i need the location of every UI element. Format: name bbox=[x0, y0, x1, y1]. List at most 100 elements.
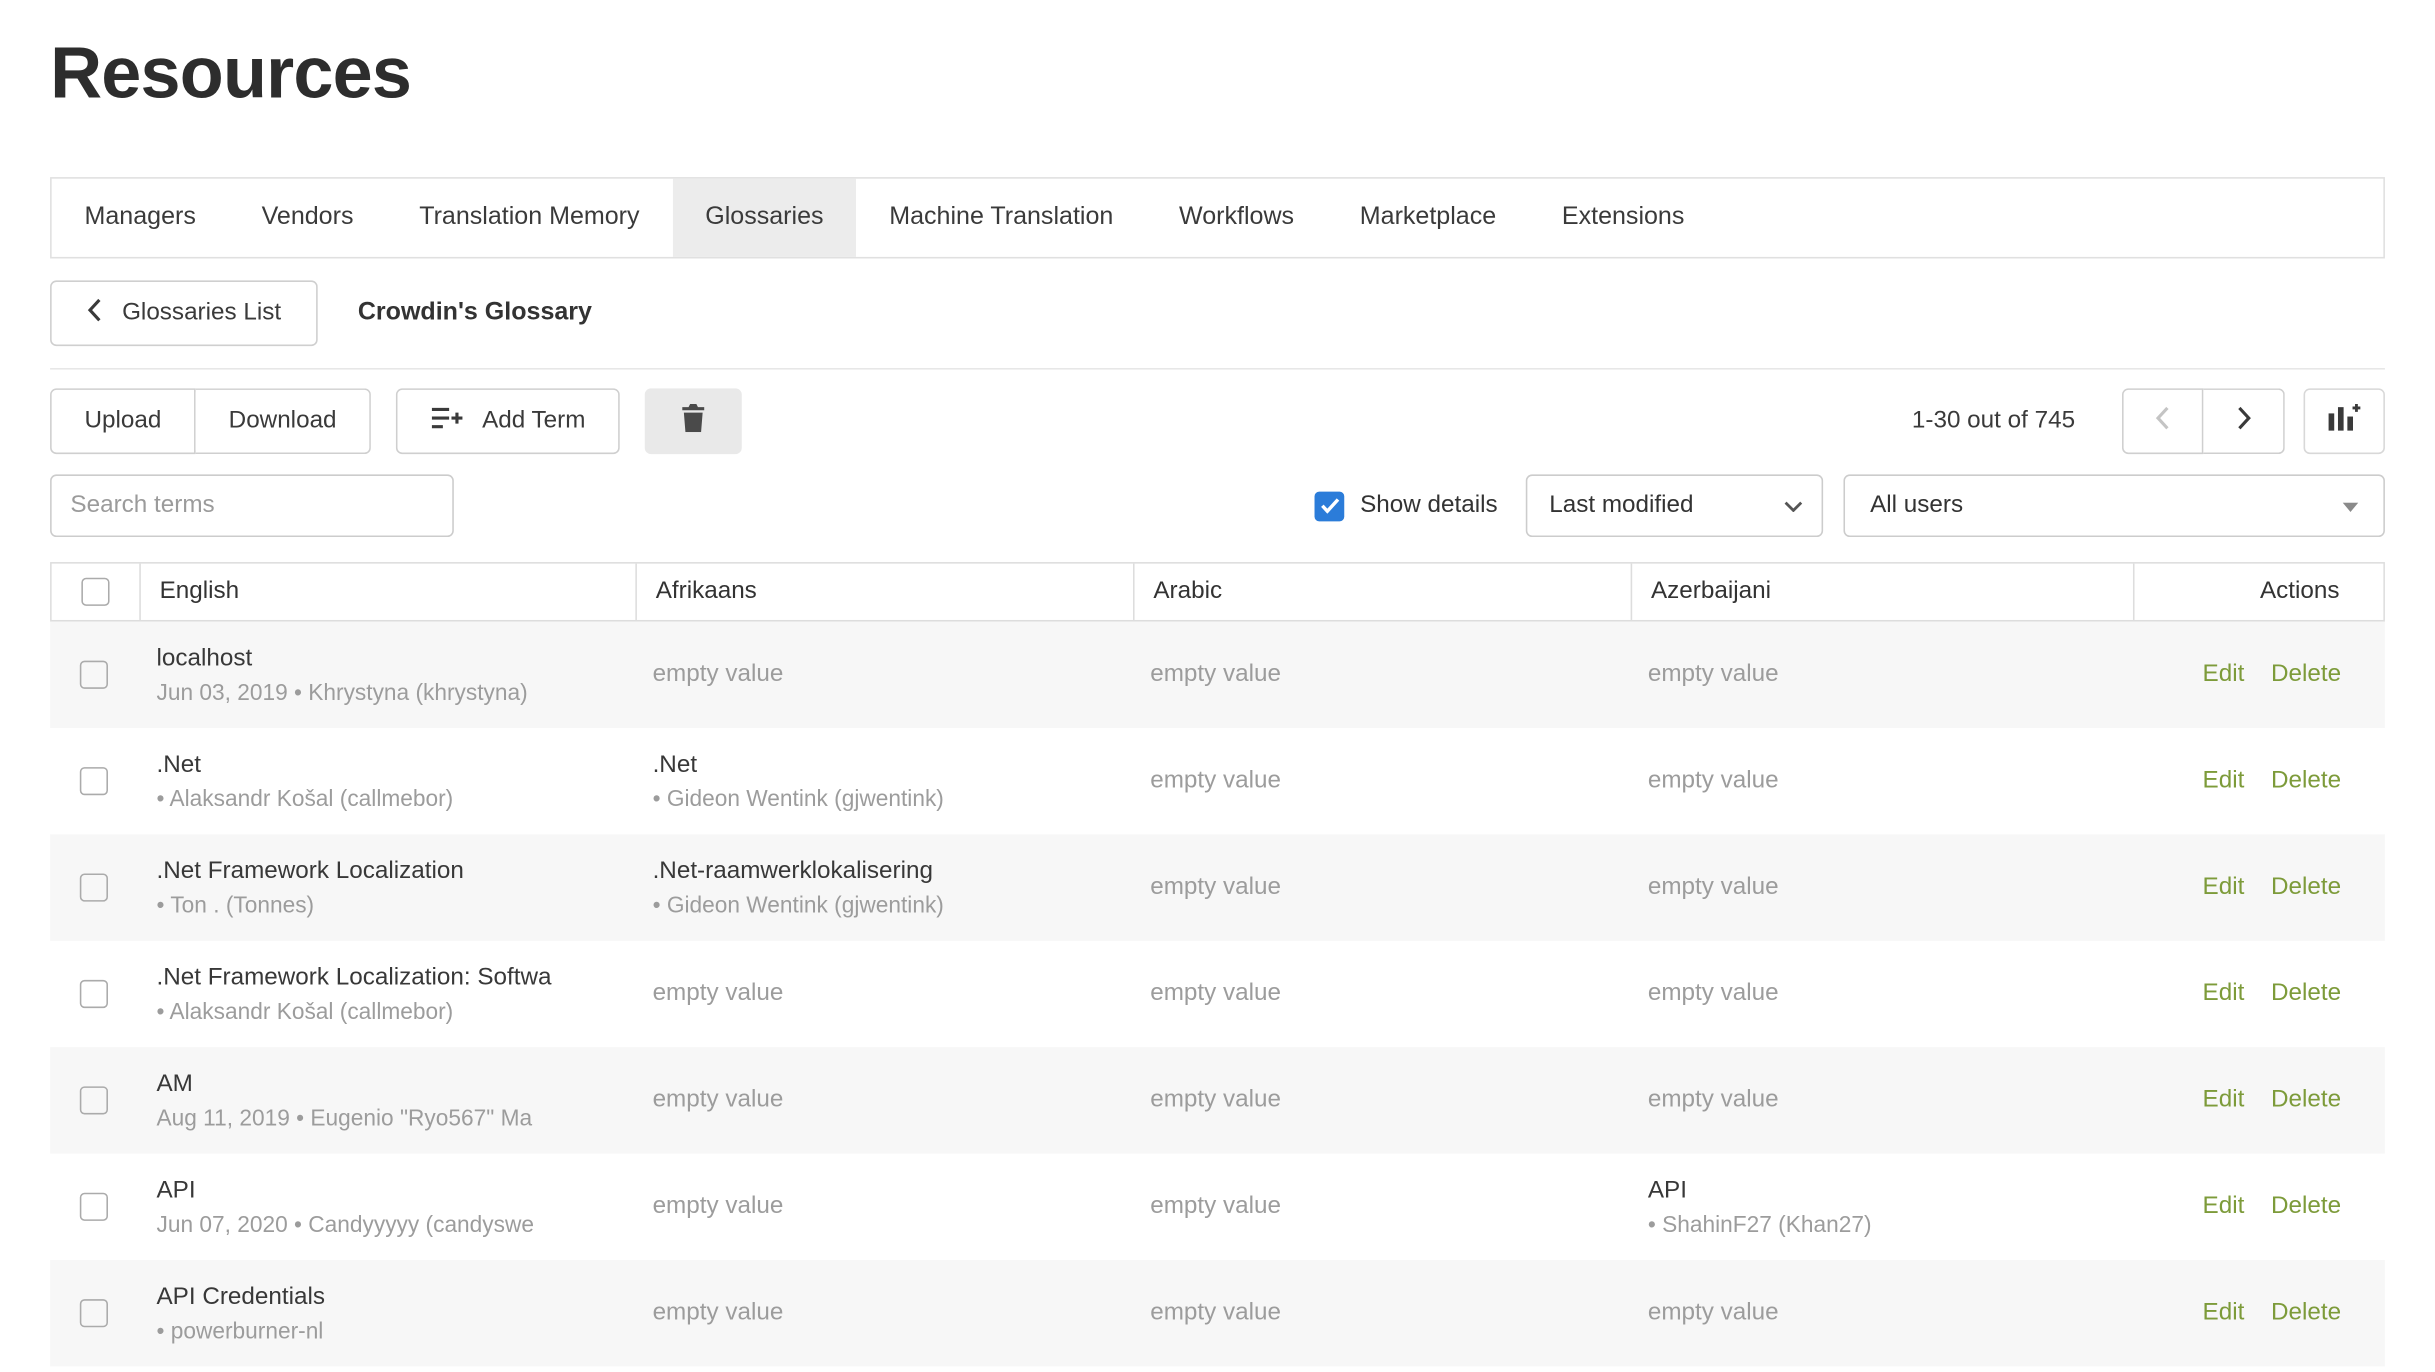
column-header-english[interactable]: English bbox=[139, 564, 635, 620]
row-checkbox[interactable] bbox=[80, 980, 108, 1008]
column-header-arabic[interactable]: Arabic bbox=[1133, 564, 1631, 620]
glossary-title: Crowdin's Glossary bbox=[358, 299, 592, 327]
row-checkbox[interactable] bbox=[80, 767, 108, 795]
glossaries-list-back-button[interactable]: Glossaries List bbox=[50, 280, 317, 346]
filters-row: Show details Last modified All users bbox=[50, 474, 2385, 537]
empty-value: empty value bbox=[1150, 1193, 1629, 1221]
empty-value: empty value bbox=[1150, 873, 1629, 901]
add-term-label: Add Term bbox=[482, 407, 585, 435]
page-root: Resources Managers Vendors Translation M… bbox=[0, 30, 2435, 1372]
edit-link[interactable]: Edit bbox=[2203, 1193, 2245, 1221]
term-text: .Net Framework Localization: Softwa bbox=[156, 963, 633, 991]
empty-value: empty value bbox=[653, 980, 1132, 1008]
users-filter-value: All users bbox=[1870, 492, 1963, 520]
term-meta: • Gideon Wentink (gjwentink) bbox=[653, 893, 1132, 918]
empty-value: empty value bbox=[1648, 873, 2132, 901]
upload-download-group: Upload Download bbox=[50, 388, 371, 454]
chevron-right-icon bbox=[2235, 405, 2251, 438]
empty-value: empty value bbox=[1648, 1299, 2132, 1327]
term-meta: • Gideon Wentink (gjwentink) bbox=[653, 787, 1132, 812]
empty-value: empty value bbox=[1150, 661, 1629, 689]
term-text: .Net Framework Localization bbox=[156, 857, 633, 885]
table-row: AM Aug 11, 2019 • Eugenio "Ryo567" Ma em… bbox=[50, 1047, 2385, 1153]
delete-link[interactable]: Delete bbox=[2271, 1193, 2341, 1221]
term-text: localhost bbox=[156, 644, 633, 672]
previous-page-button[interactable] bbox=[2122, 388, 2203, 454]
empty-value: empty value bbox=[1648, 767, 2132, 795]
row-checkbox[interactable] bbox=[80, 1299, 108, 1327]
term-meta: Aug 11, 2019 • Eugenio "Ryo567" Ma bbox=[156, 1106, 633, 1131]
empty-value: empty value bbox=[1150, 767, 1629, 795]
term-meta: Jun 03, 2019 • Khrystyna (khrystyna) bbox=[156, 680, 633, 705]
edit-link[interactable]: Edit bbox=[2203, 980, 2245, 1008]
empty-value: empty value bbox=[1648, 1086, 2132, 1114]
tab-managers[interactable]: Managers bbox=[52, 179, 229, 257]
empty-value: empty value bbox=[653, 1193, 1132, 1221]
row-checkbox[interactable] bbox=[80, 1086, 108, 1114]
tab-extensions[interactable]: Extensions bbox=[1529, 179, 1717, 257]
delete-link[interactable]: Delete bbox=[2271, 873, 2341, 901]
add-term-button[interactable]: Add Term bbox=[396, 388, 620, 454]
column-header-afrikaans[interactable]: Afrikaans bbox=[635, 564, 1133, 620]
term-meta: • powerburner-nl bbox=[156, 1319, 633, 1344]
empty-value: empty value bbox=[653, 661, 1132, 689]
tab-translation-memory[interactable]: Translation Memory bbox=[386, 179, 672, 257]
delete-link[interactable]: Delete bbox=[2271, 661, 2341, 689]
term-text: .Net bbox=[156, 751, 633, 779]
sort-select[interactable]: Last modified bbox=[1526, 474, 1823, 537]
row-checkbox[interactable] bbox=[80, 661, 108, 689]
delete-link[interactable]: Delete bbox=[2271, 1086, 2341, 1114]
term-meta: • Alaksandr Košal (callmebor) bbox=[156, 999, 633, 1024]
table-row: .Net Framework Localization: Softwa • Al… bbox=[50, 941, 2385, 1047]
tab-vendors[interactable]: Vendors bbox=[229, 179, 387, 257]
edit-link[interactable]: Edit bbox=[2203, 1299, 2245, 1327]
edit-link[interactable]: Edit bbox=[2203, 661, 2245, 689]
next-page-button[interactable] bbox=[2203, 388, 2284, 454]
term-meta: Jun 07, 2020 • Candyyyyy (candyswe bbox=[156, 1212, 633, 1237]
select-all-checkbox[interactable] bbox=[81, 578, 109, 606]
edit-link[interactable]: Edit bbox=[2203, 1086, 2245, 1114]
table-row: API Jun 07, 2020 • Candyyyyy (candyswe e… bbox=[50, 1154, 2385, 1260]
show-details-toggle[interactable]: Show details bbox=[1315, 491, 1498, 521]
delete-link[interactable]: Delete bbox=[2271, 767, 2341, 795]
row-checkbox[interactable] bbox=[80, 873, 108, 901]
column-header-actions: Actions bbox=[2133, 564, 2383, 620]
tab-glossaries[interactable]: Glossaries bbox=[672, 179, 856, 257]
empty-value: empty value bbox=[1150, 980, 1629, 1008]
show-details-label: Show details bbox=[1360, 492, 1498, 520]
glossary-table: English Afrikaans Arabic Azerbaijani Act… bbox=[50, 562, 2385, 1366]
resources-tabbar: Managers Vendors Translation Memory Glos… bbox=[50, 177, 2385, 258]
pagination-status: 1-30 out of 745 bbox=[1912, 407, 2075, 435]
delete-link[interactable]: Delete bbox=[2271, 1299, 2341, 1327]
row-checkbox[interactable] bbox=[80, 1193, 108, 1221]
delete-link[interactable]: Delete bbox=[2271, 980, 2341, 1008]
caret-down-icon bbox=[2343, 492, 2359, 520]
sort-select-value: Last modified bbox=[1549, 492, 1693, 520]
upload-button[interactable]: Upload bbox=[50, 388, 196, 454]
tab-workflows[interactable]: Workflows bbox=[1146, 179, 1327, 257]
empty-value: empty value bbox=[1150, 1299, 1629, 1327]
toolbar: Upload Download Add Term 1-30 out of 745 bbox=[50, 388, 2385, 454]
download-button[interactable]: Download bbox=[196, 388, 371, 454]
delete-selected-button[interactable] bbox=[645, 388, 742, 454]
term-text: AM bbox=[156, 1070, 633, 1098]
edit-link[interactable]: Edit bbox=[2203, 767, 2245, 795]
configure-columns-button[interactable] bbox=[2304, 388, 2385, 454]
users-filter-select[interactable]: All users bbox=[1843, 474, 2384, 537]
tab-machine-translation[interactable]: Machine Translation bbox=[856, 179, 1146, 257]
trash-icon bbox=[681, 403, 706, 439]
show-details-checkbox[interactable] bbox=[1315, 491, 1345, 521]
empty-value: empty value bbox=[1648, 661, 2132, 689]
term-meta: • ShahinF27 (Khan27) bbox=[1648, 1212, 2132, 1237]
term-meta: • Alaksandr Košal (callmebor) bbox=[156, 787, 633, 812]
search-input[interactable] bbox=[50, 474, 454, 537]
term-meta: • Ton . (Tonnes) bbox=[156, 893, 633, 918]
term-text: .Net-raamwerklokalisering bbox=[653, 857, 1132, 885]
back-button-label: Glossaries List bbox=[122, 299, 281, 327]
page-title: Resources bbox=[50, 30, 2435, 115]
term-text: API Credentials bbox=[156, 1283, 633, 1311]
table-row: localhost Jun 03, 2019 • Khrystyna (khry… bbox=[50, 622, 2385, 728]
tab-marketplace[interactable]: Marketplace bbox=[1327, 179, 1529, 257]
column-header-azerbaijani[interactable]: Azerbaijani bbox=[1631, 564, 2133, 620]
edit-link[interactable]: Edit bbox=[2203, 873, 2245, 901]
